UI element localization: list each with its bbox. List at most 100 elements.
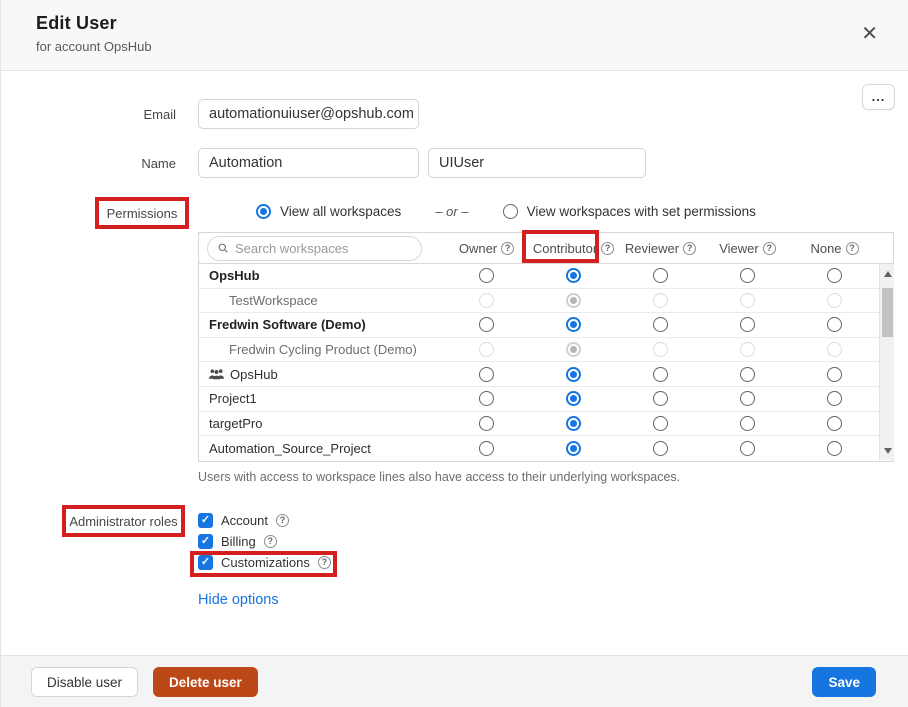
radio-reviewer[interactable] bbox=[653, 367, 668, 382]
dialog-title: Edit User bbox=[36, 13, 908, 34]
table-footnote: Users with access to workspace lines als… bbox=[198, 470, 680, 484]
help-icon[interactable]: ? bbox=[264, 535, 277, 548]
first-name-field[interactable] bbox=[198, 148, 419, 178]
table-row: Project1 bbox=[199, 387, 893, 412]
table-scrollbar[interactable] bbox=[879, 264, 894, 460]
radio-none[interactable] bbox=[827, 391, 842, 406]
workspace-search[interactable] bbox=[207, 236, 422, 261]
admin-role-label: Billing bbox=[221, 534, 256, 549]
radio-contributor[interactable] bbox=[566, 268, 581, 283]
radio-owner[interactable] bbox=[479, 416, 494, 431]
save-button[interactable]: Save bbox=[812, 667, 876, 697]
admin-roles-label: Administrator roles bbox=[62, 505, 185, 537]
more-options-button[interactable]: ... bbox=[862, 84, 895, 110]
radio-contributor bbox=[566, 293, 581, 308]
help-icon[interactable]: ? bbox=[846, 242, 859, 255]
radio-reviewer[interactable] bbox=[653, 391, 668, 406]
radio-owner[interactable] bbox=[479, 441, 494, 456]
view-set-permissions-label: View workspaces with set permissions bbox=[527, 204, 756, 219]
radio-owner[interactable] bbox=[479, 268, 494, 283]
radio-reviewer bbox=[653, 342, 668, 357]
admin-role-customizations: ✓ Customizations? bbox=[198, 555, 331, 570]
help-icon[interactable]: ? bbox=[601, 242, 614, 255]
view-set-permissions-radio[interactable] bbox=[503, 204, 518, 219]
radio-viewer[interactable] bbox=[740, 391, 755, 406]
radio-viewer bbox=[740, 293, 755, 308]
table-header: Owner?Contributor?Reviewer?Viewer?None? bbox=[199, 233, 893, 264]
scroll-up-icon[interactable] bbox=[880, 266, 895, 281]
table-row: Fredwin Software (Demo) bbox=[199, 313, 893, 338]
admin-roles-list: ✓ Account? ✓ Billing? ✓ Customizations? bbox=[198, 513, 331, 570]
column-header-none: None? bbox=[791, 241, 878, 256]
radio-viewer[interactable] bbox=[740, 317, 755, 332]
scrollbar-thumb[interactable] bbox=[882, 288, 893, 337]
table-row: Fredwin Cycling Product (Demo) bbox=[199, 338, 893, 363]
radio-viewer[interactable] bbox=[740, 441, 755, 456]
workspace-name: Fredwin Software (Demo) bbox=[199, 317, 443, 332]
column-header-reviewer: Reviewer? bbox=[617, 241, 704, 256]
admin-role-label: Customizations bbox=[221, 555, 310, 570]
radio-owner[interactable] bbox=[479, 367, 494, 382]
radio-none[interactable] bbox=[827, 268, 842, 283]
last-name-field[interactable] bbox=[428, 148, 646, 178]
workspace-name: targetPro bbox=[199, 416, 443, 431]
admin-role-account: ✓ Account? bbox=[198, 513, 331, 528]
workspace-rows: OpsHubTestWorkspaceFredwin Software (Dem… bbox=[199, 264, 893, 461]
radio-contributor[interactable] bbox=[566, 317, 581, 332]
checkbox-account[interactable]: ✓ bbox=[198, 513, 213, 528]
help-icon[interactable]: ? bbox=[763, 242, 776, 255]
workspace-name: Fredwin Cycling Product (Demo) bbox=[199, 342, 443, 357]
checkbox-billing[interactable]: ✓ bbox=[198, 534, 213, 549]
workspace-name: OpsHub bbox=[199, 367, 443, 382]
permissions-label: Permissions bbox=[95, 197, 189, 229]
dialog-footer: Disable user Delete user Save bbox=[1, 655, 908, 707]
close-icon[interactable]: ✕ bbox=[861, 22, 878, 46]
radio-viewer[interactable] bbox=[740, 367, 755, 382]
table-row: Automation_Source_Project bbox=[199, 436, 893, 461]
radio-contributor[interactable] bbox=[566, 391, 581, 406]
column-header-viewer: Viewer? bbox=[704, 241, 791, 256]
dialog-subtitle: for account OpsHub bbox=[36, 39, 908, 54]
radio-contributor[interactable] bbox=[566, 367, 581, 382]
radio-reviewer[interactable] bbox=[653, 441, 668, 456]
search-input[interactable] bbox=[235, 241, 411, 256]
radio-contributor[interactable] bbox=[566, 441, 581, 456]
workspace-name: Project1 bbox=[199, 391, 443, 406]
radio-owner[interactable] bbox=[479, 317, 494, 332]
radio-contributor[interactable] bbox=[566, 416, 581, 431]
radio-owner[interactable] bbox=[479, 391, 494, 406]
radio-reviewer[interactable] bbox=[653, 268, 668, 283]
search-icon bbox=[218, 241, 228, 255]
name-label: Name bbox=[1, 156, 176, 171]
scroll-down-icon[interactable] bbox=[880, 443, 895, 458]
radio-reviewer bbox=[653, 293, 668, 308]
help-icon[interactable]: ? bbox=[501, 242, 514, 255]
radio-none bbox=[827, 342, 842, 357]
admin-role-billing: ✓ Billing? bbox=[198, 534, 331, 549]
radio-none[interactable] bbox=[827, 441, 842, 456]
hide-options-link[interactable]: Hide options bbox=[198, 592, 279, 608]
checkbox-customizations[interactable]: ✓ bbox=[198, 555, 213, 570]
workspace-name: Automation_Source_Project bbox=[199, 441, 443, 456]
radio-none[interactable] bbox=[827, 317, 842, 332]
help-icon[interactable]: ? bbox=[318, 556, 331, 569]
help-icon[interactable]: ? bbox=[276, 514, 289, 527]
radio-none[interactable] bbox=[827, 367, 842, 382]
table-row: targetPro bbox=[199, 412, 893, 437]
delete-user-button[interactable]: Delete user bbox=[153, 667, 258, 697]
radio-viewer bbox=[740, 342, 755, 357]
admin-role-label: Account bbox=[221, 513, 268, 528]
radio-owner bbox=[479, 293, 494, 308]
dialog-header: Edit User for account OpsHub ✕ bbox=[1, 0, 908, 71]
radio-reviewer[interactable] bbox=[653, 317, 668, 332]
help-icon[interactable]: ? bbox=[683, 242, 696, 255]
permissions-view-options: View all workspaces – or – View workspac… bbox=[256, 204, 756, 219]
table-row: OpsHub bbox=[199, 362, 893, 387]
view-all-workspaces-radio[interactable] bbox=[256, 204, 271, 219]
radio-none[interactable] bbox=[827, 416, 842, 431]
radio-reviewer[interactable] bbox=[653, 416, 668, 431]
email-field[interactable] bbox=[198, 99, 419, 129]
radio-viewer[interactable] bbox=[740, 416, 755, 431]
radio-viewer[interactable] bbox=[740, 268, 755, 283]
disable-user-button[interactable]: Disable user bbox=[31, 667, 138, 697]
